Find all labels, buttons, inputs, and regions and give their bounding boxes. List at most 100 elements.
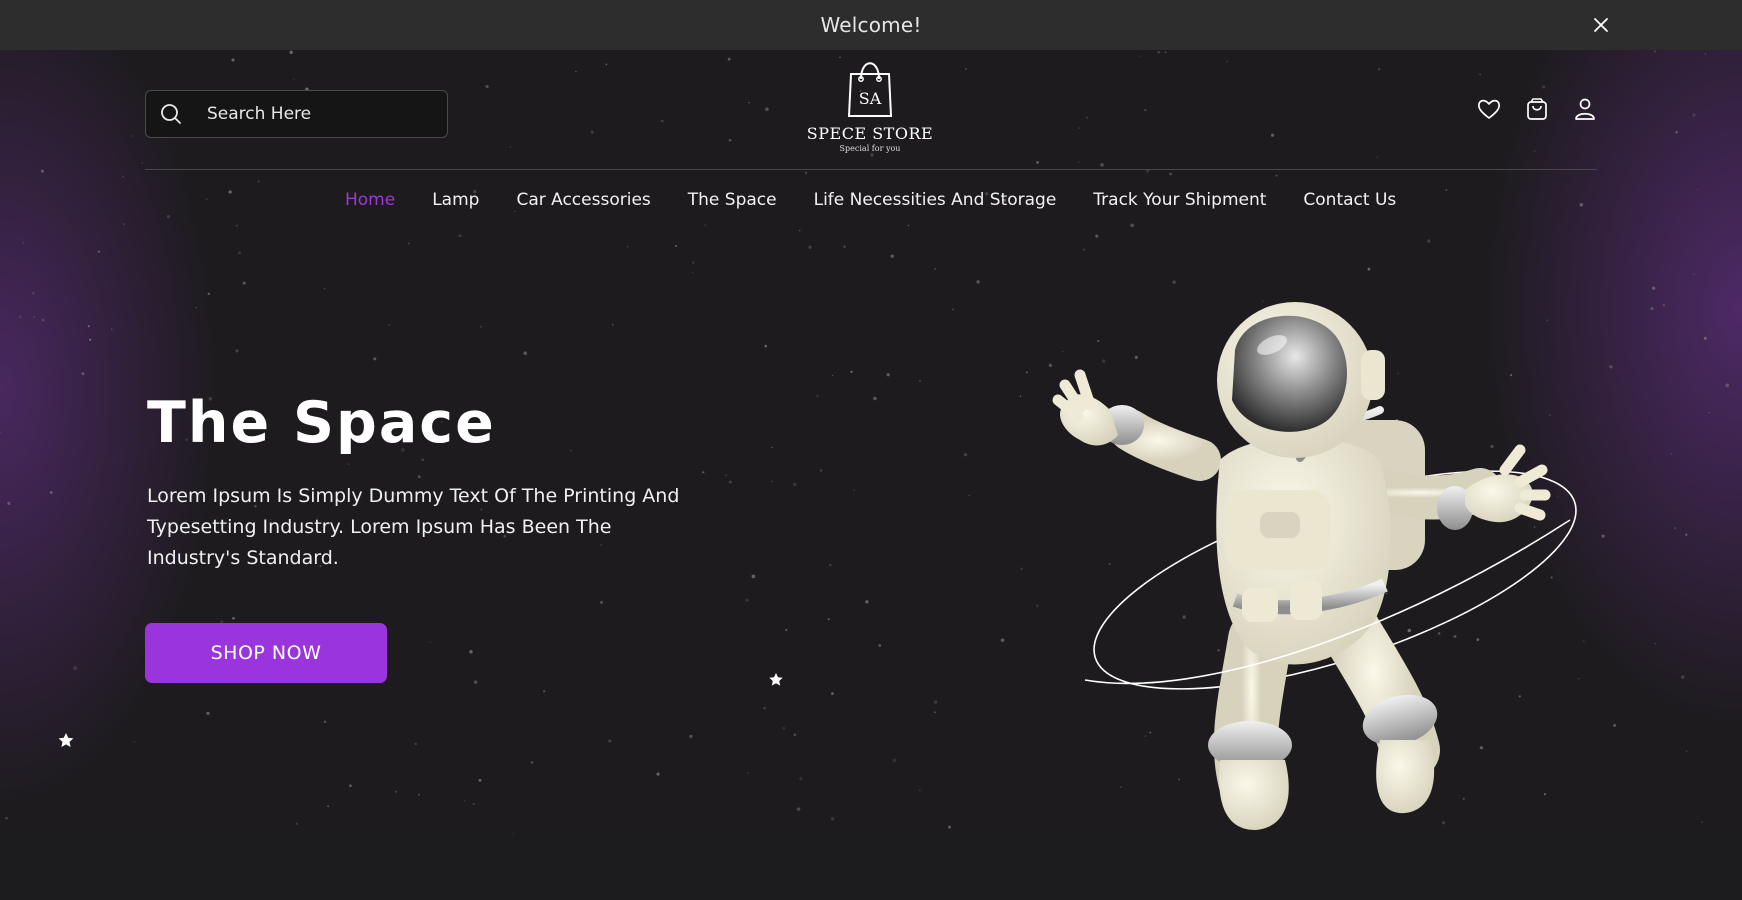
dust-speck — [1708, 411, 1710, 414]
dust-speck — [205, 198, 208, 201]
dust-speck — [692, 272, 694, 274]
dust-speck — [228, 190, 232, 194]
dust-speck — [829, 563, 832, 567]
dust-speck — [907, 224, 910, 227]
dust-speck — [689, 734, 693, 738]
dust-speck — [1139, 55, 1141, 57]
dust-speck — [18, 315, 22, 319]
dust-speck — [1036, 161, 1040, 164]
close-icon[interactable] — [1592, 16, 1610, 34]
dust-speck — [600, 601, 603, 604]
dust-speck — [1270, 133, 1275, 137]
dust-speck — [1693, 273, 1695, 275]
shopping-bag-icon[interactable] — [1524, 96, 1550, 122]
dust-speck — [206, 711, 210, 716]
hero-title: The Space — [147, 390, 496, 456]
dust-speck — [890, 254, 895, 258]
dust-speck — [1685, 750, 1688, 753]
dust-speck — [873, 396, 877, 401]
nav-item-contact-us[interactable]: Contact Us — [1303, 190, 1396, 210]
dust-speck — [131, 135, 134, 137]
dust-speck — [968, 494, 971, 496]
hero-description: Lorem Ipsum Is Simply Dummy Text Of The … — [147, 485, 680, 569]
dust-speck — [816, 395, 819, 398]
store-logo[interactable]: SA SPECE STORE Special for you — [805, 54, 935, 164]
dust-speck — [235, 224, 239, 227]
dust-speck — [1144, 108, 1147, 112]
dust-speck — [5, 816, 8, 820]
search-box[interactable] — [145, 90, 448, 138]
dust-speck — [485, 84, 489, 89]
dust-speck — [349, 784, 352, 788]
dust-speck — [850, 370, 853, 374]
dust-speck — [1704, 53, 1707, 55]
dust-speck — [0, 431, 2, 434]
dust-speck — [1226, 60, 1229, 63]
dust-speck — [725, 474, 728, 477]
dust-speck — [231, 58, 235, 62]
dust-speck — [827, 618, 830, 621]
dust-speck — [1078, 127, 1081, 129]
dust-speck — [948, 825, 951, 829]
dust-speck — [764, 344, 767, 348]
dust-speck — [1000, 638, 1005, 642]
dust-speck — [49, 490, 53, 495]
dust-speck — [323, 288, 326, 290]
dust-speck — [1445, 188, 1448, 192]
logo-name: SPECE STORE — [806, 124, 934, 143]
dust-speck — [7, 501, 11, 505]
dust-speck — [242, 281, 246, 285]
dust-speck — [1085, 116, 1089, 119]
dust-speck — [97, 250, 101, 253]
dust-speck — [728, 138, 732, 142]
shop-now-button[interactable]: SHOP NOW — [145, 623, 387, 683]
dust-speck — [463, 800, 466, 802]
dust-speck — [964, 67, 968, 70]
logo-monogram: SA — [859, 89, 882, 108]
dust-speck — [1169, 172, 1172, 176]
welcome-text: Welcome! — [820, 13, 922, 37]
dust-speck — [530, 761, 534, 764]
nav-item-lamp[interactable]: Lamp — [432, 190, 479, 210]
user-icon[interactable] — [1572, 96, 1598, 122]
nav-item-life-necessities[interactable]: Life Necessities And Storage — [814, 190, 1057, 210]
dust-speck — [934, 267, 937, 271]
search-input[interactable] — [207, 104, 427, 124]
dust-speck — [469, 650, 473, 654]
dust-speck — [122, 176, 124, 178]
dust-speck — [728, 480, 732, 484]
nav-item-the-space[interactable]: The Space — [688, 190, 777, 210]
shopping-bag-logo-icon: SA — [847, 62, 893, 117]
dust-speck — [1692, 113, 1696, 117]
dust-speck — [886, 373, 890, 377]
nav-item-track-shipment[interactable]: Track Your Shipment — [1093, 190, 1266, 210]
dust-speck — [1275, 174, 1278, 177]
dust-speck — [123, 223, 125, 225]
dust-speck — [1680, 675, 1685, 679]
dust-speck — [238, 251, 242, 255]
dust-speck — [323, 720, 327, 724]
dust-speck — [1670, 453, 1673, 455]
dust-speck — [1025, 371, 1028, 374]
dust-speck — [878, 644, 882, 647]
dust-speck — [1100, 163, 1104, 167]
hero-section: SA SPECE STORE Special for you Home Lamp… — [0, 50, 1742, 835]
dust-speck — [1095, 234, 1099, 238]
nav-item-home[interactable]: Home — [345, 190, 395, 210]
dust-speck — [702, 471, 705, 474]
dust-speck — [1479, 73, 1481, 76]
dust-speck — [605, 63, 608, 66]
dust-speck — [295, 822, 298, 825]
dust-speck — [41, 318, 45, 322]
dust-speck — [656, 772, 660, 776]
dust-speck — [1609, 365, 1613, 369]
heart-icon[interactable] — [1476, 96, 1502, 122]
dust-speck — [796, 807, 801, 811]
dust-speck — [692, 261, 695, 264]
dust-speck — [792, 482, 797, 487]
dust-speck — [1376, 156, 1378, 159]
dust-speck — [373, 357, 377, 361]
dust-speck — [523, 351, 527, 355]
nav-item-car-accessories[interactable]: Car Accessories — [516, 190, 650, 210]
dust-speck — [195, 306, 198, 309]
